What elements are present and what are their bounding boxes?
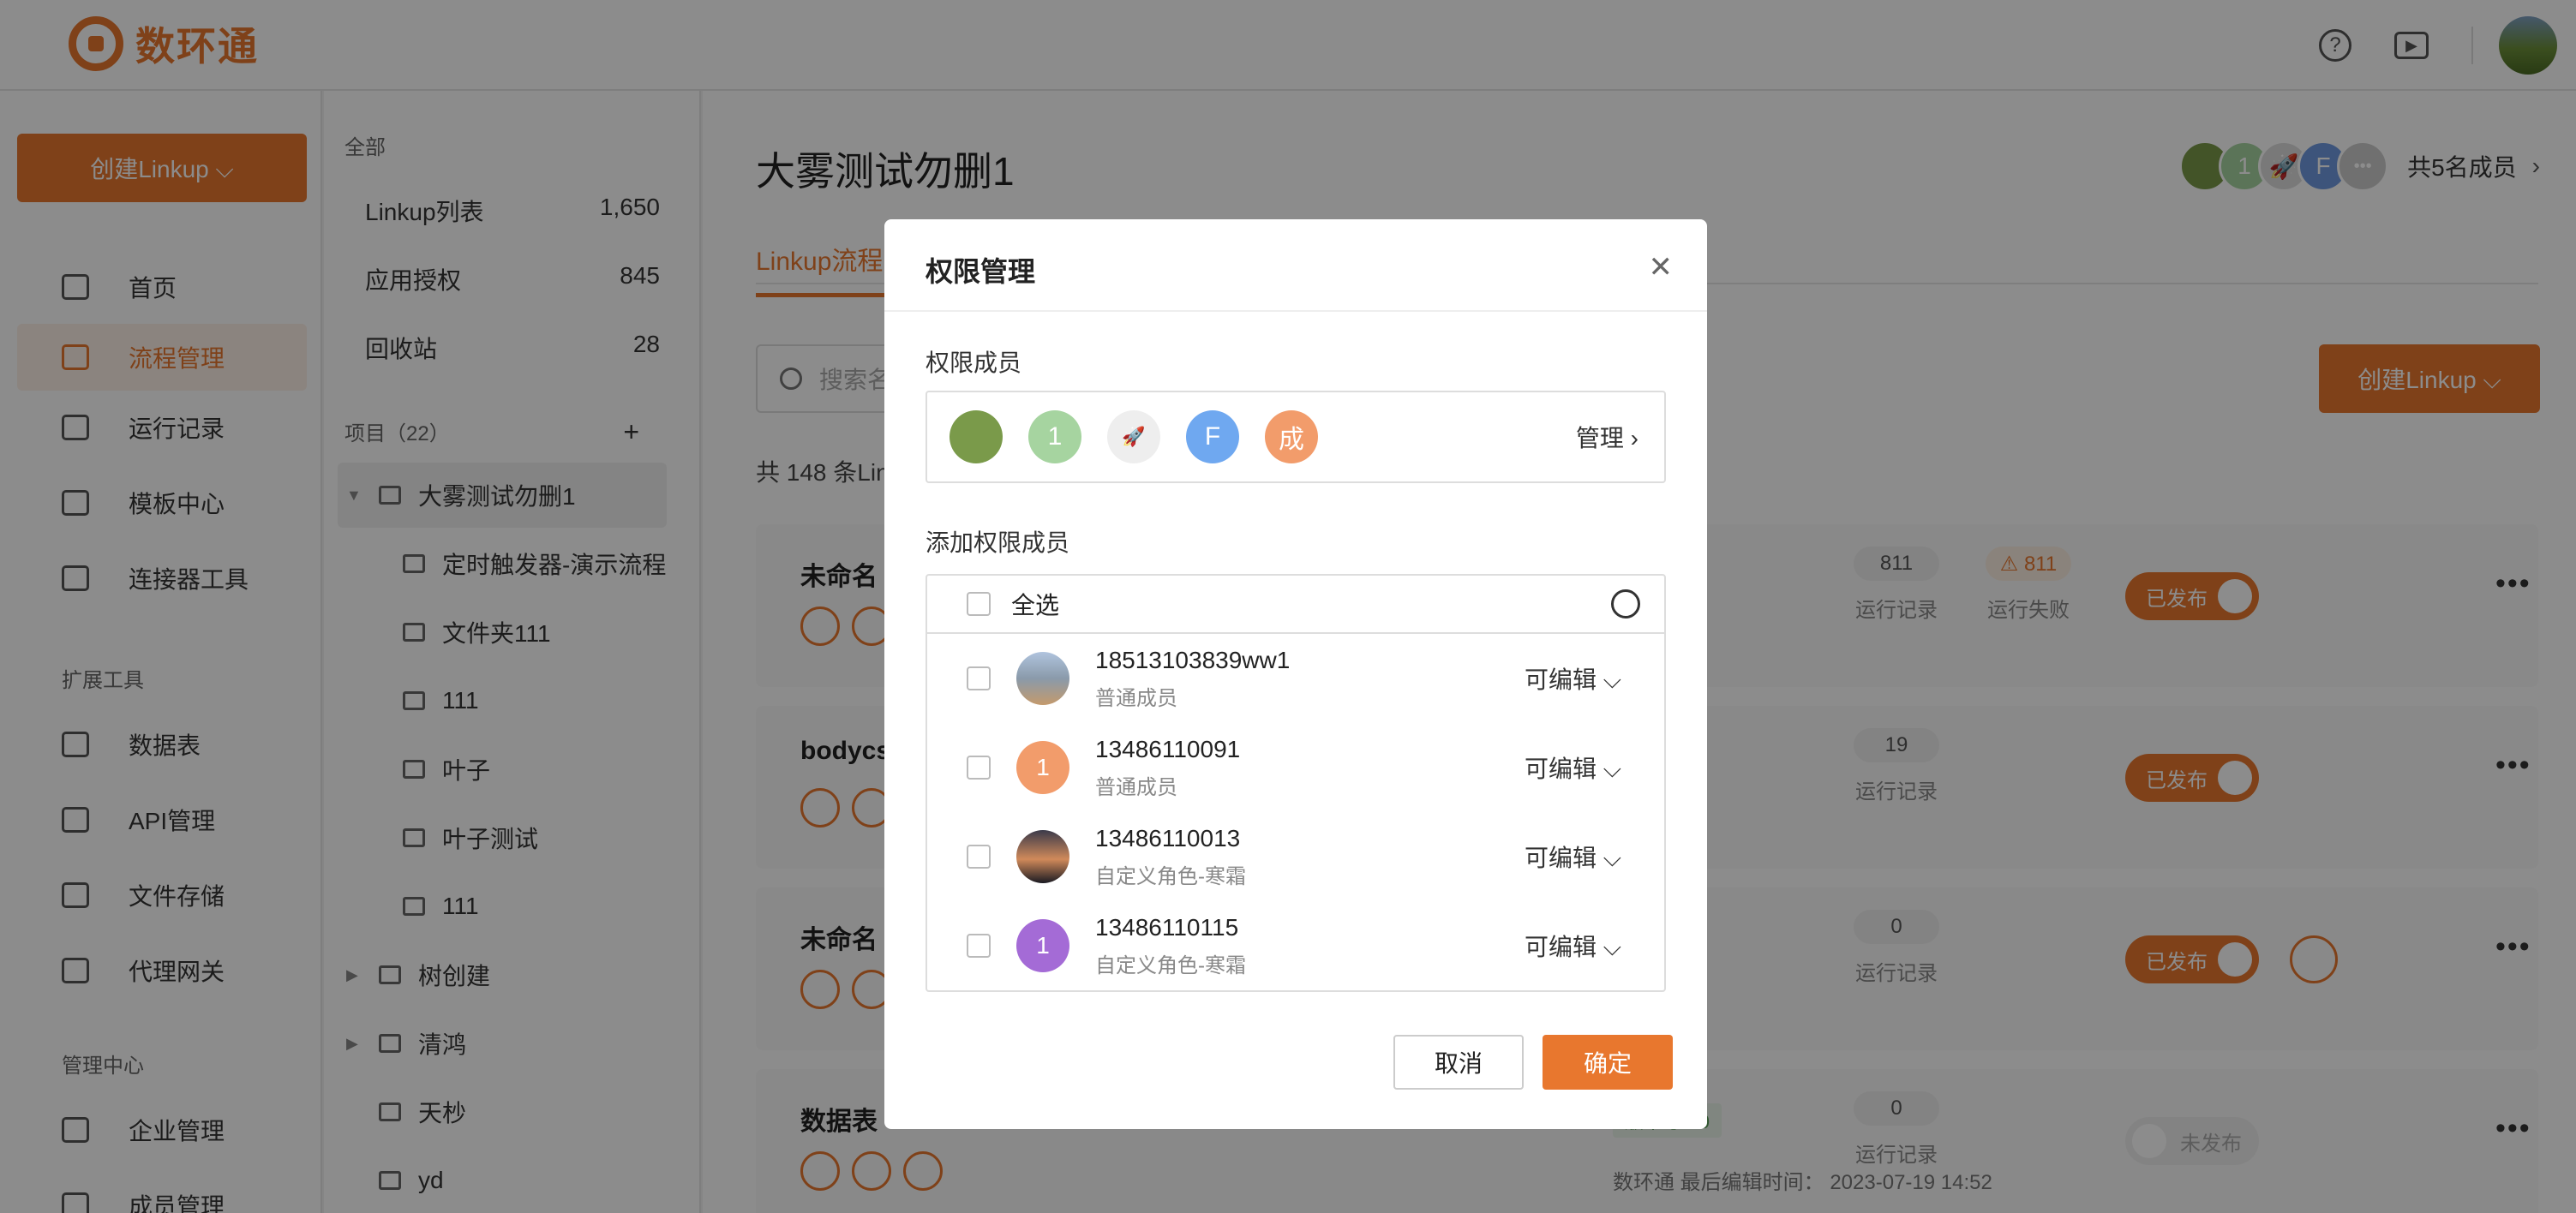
member-row[interactable]: 1 13486110091 普通成员 可编辑 ⌵: [927, 723, 1664, 812]
cancel-button[interactable]: 取消: [1393, 1035, 1524, 1090]
member-avatar: [1016, 652, 1069, 705]
select-all-checkbox[interactable]: [967, 592, 991, 616]
select-all-row: 全选: [927, 576, 1664, 634]
member-checkbox[interactable]: [967, 845, 991, 869]
member-avatar: [1016, 830, 1069, 883]
perm-member-avatar: 成: [1265, 410, 1318, 463]
member-checkbox[interactable]: [967, 934, 991, 958]
manage-button[interactable]: 管理 ›: [1576, 392, 1638, 481]
divider: [884, 310, 1707, 312]
permission-dropdown[interactable]: 可编辑 ⌵: [1525, 929, 1621, 963]
member-avatar: 1: [1016, 919, 1069, 972]
perm-member-avatar: F: [1186, 410, 1239, 463]
member-row[interactable]: 18513103839ww1 普通成员 可编辑 ⌵: [927, 634, 1664, 723]
member-checkbox[interactable]: [967, 756, 991, 780]
perm-members-label: 权限成员: [926, 350, 1022, 376]
member-avatar: 1: [1016, 741, 1069, 794]
confirm-button[interactable]: 确定: [1543, 1035, 1673, 1090]
member-checkbox[interactable]: [967, 666, 991, 690]
permission-dropdown[interactable]: 可编辑 ⌵: [1525, 661, 1621, 696]
search-icon[interactable]: [1611, 589, 1640, 618]
modal-title: 权限管理: [926, 256, 1036, 287]
member-row[interactable]: 1 13486110115 自定义角色-寒霜 可编辑 ⌵: [927, 901, 1664, 990]
perm-member-avatar: 🚀: [1107, 410, 1160, 463]
close-icon[interactable]: ✕: [1649, 250, 1674, 284]
perm-member-avatar: 1: [1028, 410, 1081, 463]
member-select-list: 全选 18513103839ww1 普通成员 可编辑 ⌵ 1 1348611009…: [926, 574, 1666, 992]
perm-member-avatar: [950, 410, 1003, 463]
permission-dropdown[interactable]: 可编辑 ⌵: [1525, 840, 1621, 874]
select-all-label: 全选: [1011, 592, 1060, 618]
permission-dropdown[interactable]: 可编辑 ⌵: [1525, 750, 1621, 785]
permission-modal: 权限管理 ✕ 权限成员 1 🚀 F 成 管理 › 添加权限成员 全选 18513…: [884, 219, 1707, 1129]
member-row[interactable]: 13486110013 自定义角色-寒霜 可编辑 ⌵: [927, 812, 1664, 901]
add-members-label: 添加权限成员: [926, 529, 1070, 556]
perm-members-box: 1 🚀 F 成 管理 ›: [926, 391, 1666, 483]
